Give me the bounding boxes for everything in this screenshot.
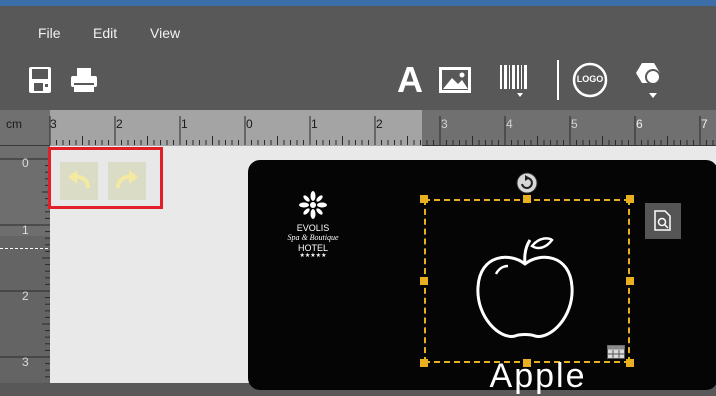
- hotel-logo-emblem: [299, 191, 327, 219]
- ruler-label: 3: [441, 117, 448, 131]
- ruler-label: 4: [506, 117, 513, 131]
- ruler-label: 5: [571, 117, 578, 131]
- vruler-label: 1: [22, 223, 29, 237]
- save-button[interactable]: [22, 62, 58, 98]
- ruler-label: 7: [701, 117, 708, 131]
- ruler-label: 6: [636, 117, 643, 131]
- image-icon: [439, 67, 471, 93]
- resize-handle-nw[interactable]: [420, 195, 428, 203]
- rotate-handle-icon[interactable]: [516, 172, 538, 194]
- printer-icon: [71, 68, 97, 92]
- redo-icon: [116, 170, 138, 189]
- app-window: File Edit View A LOGO cm 3 2 1 0 1 2 3 4…: [0, 0, 716, 395]
- vruler-label: 2: [22, 289, 29, 303]
- undo-button[interactable]: [60, 162, 98, 200]
- hotel-logo-tagline: Spa & Boutique: [287, 233, 339, 242]
- ruler-label: 2: [376, 117, 383, 131]
- ruler-label: 3: [50, 117, 57, 131]
- save-icon: [29, 67, 51, 93]
- text-tool-button[interactable]: A: [392, 62, 428, 98]
- ruler-label: 2: [116, 117, 123, 131]
- apple-image[interactable]: [470, 232, 580, 344]
- barcode-tool-button[interactable]: [496, 62, 532, 98]
- undo-redo-highlight: [48, 147, 163, 209]
- hotel-logo-name: EVOLIS: [296, 223, 330, 233]
- shapes-icon: [636, 63, 661, 98]
- resize-handle-w[interactable]: [420, 277, 428, 285]
- logo-icon-label: LOGO: [576, 74, 604, 84]
- vertical-ruler-ticks: [0, 146, 50, 383]
- shape-tool-button[interactable]: [630, 62, 666, 98]
- image-tool-button[interactable]: [437, 62, 473, 98]
- ruler-unit-label: cm: [6, 117, 22, 131]
- undo-icon: [68, 170, 90, 189]
- print-button[interactable]: [66, 62, 102, 98]
- preview-button[interactable]: [645, 203, 681, 239]
- preview-search-icon: [654, 210, 671, 231]
- apple-text-label[interactable]: Apple: [448, 356, 628, 396]
- vruler-label: 3: [22, 355, 29, 369]
- menu-view[interactable]: View: [150, 25, 180, 41]
- vertical-ruler: 0 1 2 3: [0, 146, 50, 383]
- logo-tool-button[interactable]: LOGO: [572, 62, 608, 98]
- redo-button[interactable]: [108, 162, 146, 200]
- resize-handle-n[interactable]: [523, 195, 531, 203]
- hotel-logo-stars: ★★★★★: [299, 253, 327, 259]
- text-tool-icon: A: [397, 59, 423, 100]
- vruler-label: 0: [22, 156, 29, 170]
- resize-handle-e[interactable]: [626, 277, 634, 285]
- menu-edit[interactable]: Edit: [93, 25, 117, 41]
- resize-handle-ne[interactable]: [626, 195, 634, 203]
- ruler-label: 1: [181, 117, 188, 131]
- ruler-label: 0: [246, 117, 253, 131]
- ruler-label: 1: [311, 117, 318, 131]
- barcode-icon: [500, 65, 527, 97]
- menu-file[interactable]: File: [38, 25, 61, 41]
- toolbar: A LOGO: [0, 50, 716, 110]
- resize-handle-sw[interactable]: [420, 359, 428, 367]
- menu-bar: File Edit View: [0, 6, 716, 50]
- toolbar-separator: [557, 60, 559, 100]
- horizontal-ruler-ticks-overlay: [49, 116, 714, 145]
